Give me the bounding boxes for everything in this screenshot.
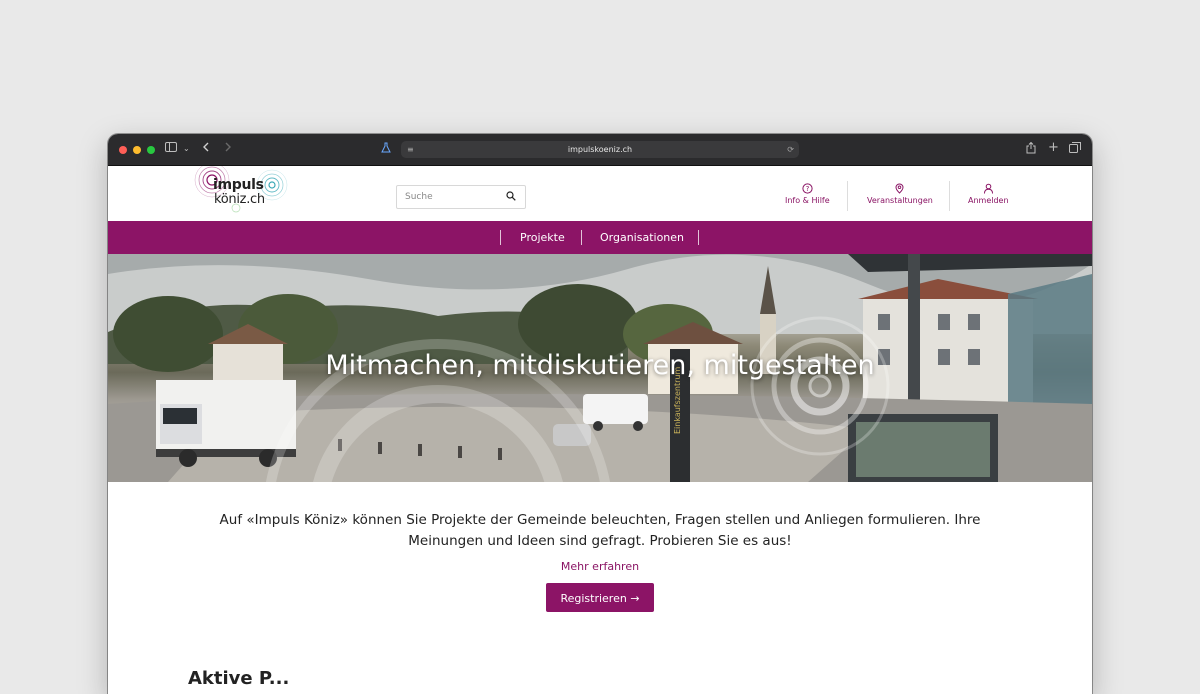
divider	[949, 181, 950, 211]
site-header: impuls köniz.ch ? Info & Hilfe Veranstal…	[108, 166, 1092, 221]
browser-toolbar: ⌄ ≡ impulskoeniz.ch ⟳ +	[108, 134, 1092, 166]
sidebar-toggle-icon[interactable]	[165, 142, 177, 156]
tab-projekte[interactable]: Projekte	[520, 221, 565, 254]
search-box[interactable]	[396, 185, 526, 209]
browser-window: ⌄ ≡ impulskoeniz.ch ⟳ + impuls köniz.ch …	[108, 134, 1092, 694]
share-icon[interactable]	[1026, 141, 1036, 158]
tab-overview-icon[interactable]	[1069, 142, 1081, 157]
zoom-window-button[interactable]	[147, 146, 155, 154]
nav-divider	[500, 230, 501, 245]
user-icon	[983, 183, 993, 194]
nav-info-hilfe[interactable]: ? Info & Hilfe	[785, 183, 830, 205]
register-button[interactable]: Registrieren →	[546, 583, 654, 612]
hero-title: Mitmachen, mitdiskutieren, mitgestalten	[325, 350, 875, 381]
logo-text-impuls: impuls	[213, 177, 264, 193]
site-logo[interactable]: impuls köniz.ch	[190, 166, 295, 216]
divider	[847, 181, 848, 211]
hero-banner: Einkaufszentrum Mitmachen, mitdiskutiere…	[108, 254, 1092, 482]
nav-anmelden[interactable]: Anmelden	[968, 183, 1009, 205]
calendar-pin-icon	[895, 183, 904, 194]
nav-veranstaltungen[interactable]: Veranstaltungen	[867, 183, 933, 205]
svg-text:?: ?	[805, 185, 809, 193]
main-navigation: Projekte Organisationen	[108, 221, 1092, 254]
new-tab-icon[interactable]: +	[1048, 141, 1059, 155]
forward-icon[interactable]	[224, 142, 232, 156]
intro-text: Auf «Impuls Köniz» können Sie Projekte d…	[219, 512, 981, 549]
nav-anmelden-label: Anmelden	[968, 196, 1009, 205]
tab-organisationen[interactable]: Organisationen	[600, 221, 684, 254]
nav-info-hilfe-label: Info & Hilfe	[785, 196, 830, 205]
back-icon[interactable]	[202, 142, 210, 156]
translate-reload-icon[interactable]: ⟳	[787, 143, 794, 156]
search-icon[interactable]	[506, 191, 516, 201]
question-circle-icon: ?	[802, 183, 813, 194]
nav-veranstaltungen-label: Veranstaltungen	[867, 196, 933, 205]
close-window-button[interactable]	[119, 146, 127, 154]
section-title: Aktive P...	[188, 668, 290, 689]
more-link[interactable]: Mehr erfahren	[108, 560, 1092, 573]
flask-icon[interactable]	[381, 142, 391, 157]
window-controls	[119, 146, 155, 154]
address-bar[interactable]: ≡ impulskoeniz.ch ⟳	[401, 141, 799, 158]
logo-text-koeniz: köniz.ch	[214, 192, 265, 207]
minimize-window-button[interactable]	[133, 146, 141, 154]
nav-divider	[581, 230, 582, 245]
search-input[interactable]	[405, 189, 500, 205]
nav-divider	[698, 230, 699, 245]
chevron-down-icon[interactable]: ⌄	[183, 142, 190, 156]
url-text: impulskoeniz.ch	[567, 145, 633, 154]
